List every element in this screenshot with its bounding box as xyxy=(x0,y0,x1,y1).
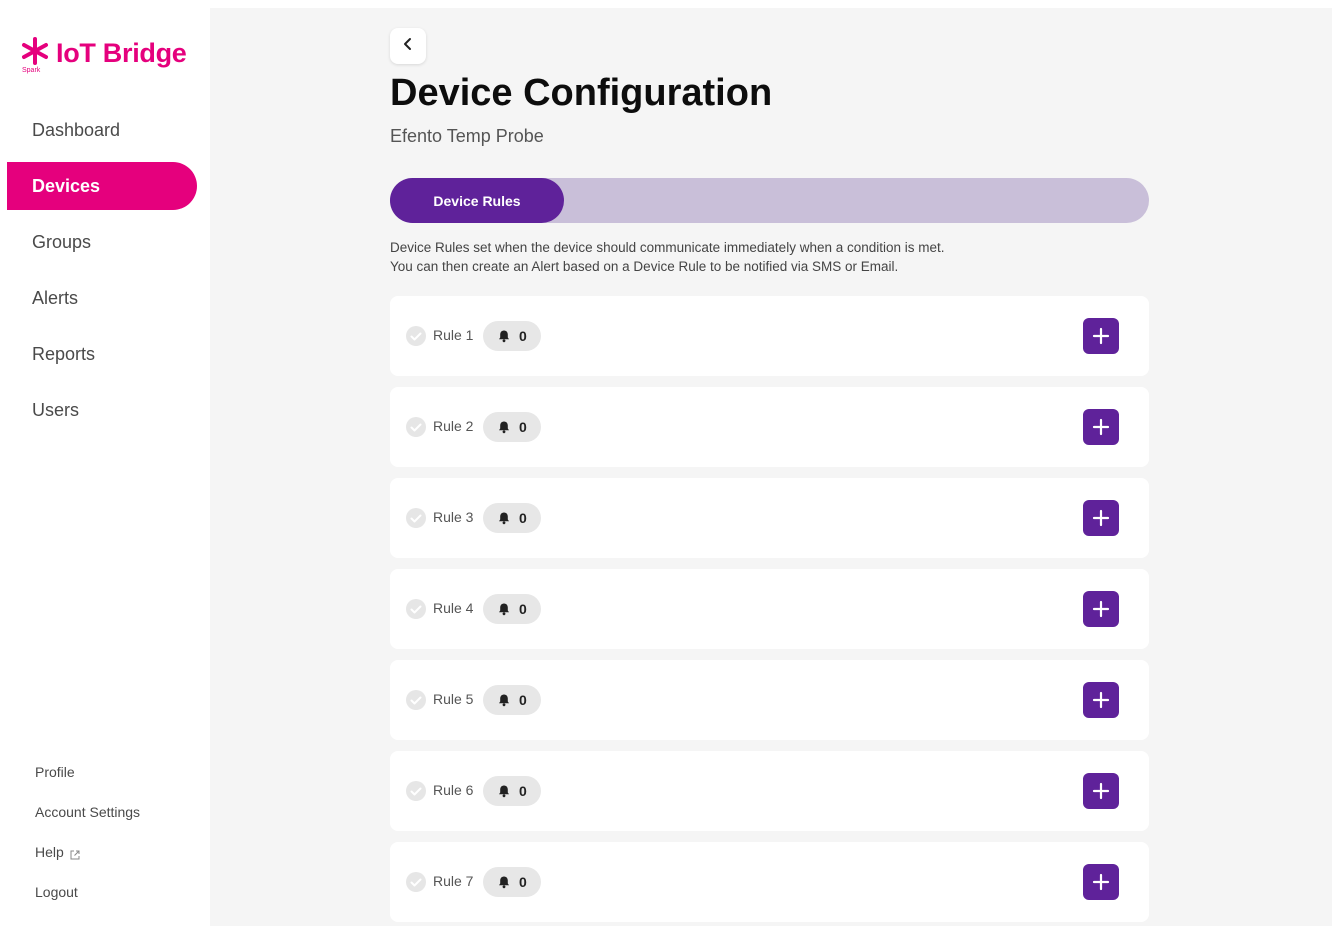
bell-icon xyxy=(499,694,509,707)
sidebar-bottom-nav: Profile Account Settings Help Logout xyxy=(35,752,140,912)
check-circle-icon[interactable] xyxy=(405,598,427,620)
rule-label: Rule 6 xyxy=(433,782,474,798)
add-rule-button[interactable] xyxy=(1083,409,1119,445)
back-button[interactable] xyxy=(390,28,426,64)
alert-count-badge: 0 xyxy=(483,776,541,806)
help-link-label: Help xyxy=(35,844,64,860)
spark-star-icon: Spark xyxy=(20,36,50,76)
add-rule-button[interactable] xyxy=(1083,500,1119,536)
rule-card[interactable]: Rule 5 0 xyxy=(390,660,1149,740)
chevron-left-icon xyxy=(401,37,415,56)
device-rules-description: Device Rules set when the device should … xyxy=(390,238,1150,276)
tab-device-rules[interactable]: Device Rules xyxy=(390,178,564,223)
plus-icon xyxy=(1092,782,1110,800)
bell-icon xyxy=(499,603,509,616)
check-circle-icon[interactable] xyxy=(405,780,427,802)
rule-card[interactable]: Rule 1 0 xyxy=(390,296,1149,376)
description-line-1: Device Rules set when the device should … xyxy=(390,240,945,255)
rule-label: Rule 4 xyxy=(433,600,474,616)
alert-count: 0 xyxy=(519,783,527,799)
alert-count: 0 xyxy=(519,692,527,708)
external-link-icon xyxy=(70,847,80,860)
alert-count-badge: 0 xyxy=(483,321,541,351)
alert-count-badge: 0 xyxy=(483,867,541,897)
profile-link-label: Profile xyxy=(35,764,75,780)
rules-list: Rule 1 0 Rule 2 0 Rule 3 0 Rule 4 0 Rule… xyxy=(390,296,1149,933)
alert-count: 0 xyxy=(519,419,527,435)
plus-icon xyxy=(1092,509,1110,527)
check-circle-icon[interactable] xyxy=(405,325,427,347)
sidebar-item-groups[interactable]: Groups xyxy=(7,218,197,266)
sidebar-item-alerts[interactable]: Alerts xyxy=(7,274,197,322)
sidebar-item-reports[interactable]: Reports xyxy=(7,330,197,378)
sidebar-item-users[interactable]: Users xyxy=(7,386,197,434)
bell-icon xyxy=(499,785,509,798)
check-circle-icon[interactable] xyxy=(405,416,427,438)
plus-icon xyxy=(1092,327,1110,345)
add-rule-button[interactable] xyxy=(1083,864,1119,900)
logout-link[interactable]: Logout xyxy=(35,872,140,912)
help-link[interactable]: Help xyxy=(35,832,140,872)
account-settings-link[interactable]: Account Settings xyxy=(35,792,140,832)
brand-name: IoT Bridge xyxy=(56,38,187,68)
sidebar-item-devices[interactable]: Devices xyxy=(7,162,197,210)
alert-count: 0 xyxy=(519,510,527,526)
alert-count-badge: 0 xyxy=(483,594,541,624)
bell-icon xyxy=(499,330,509,343)
brand-sub-label: Spark xyxy=(22,67,41,74)
bell-icon xyxy=(499,876,509,889)
sidebar: Spark IoT Bridge Dashboard Devices Group… xyxy=(0,0,210,926)
account-settings-link-label: Account Settings xyxy=(35,804,141,820)
add-rule-button[interactable] xyxy=(1083,318,1119,354)
bell-icon xyxy=(499,421,509,434)
rule-label: Rule 1 xyxy=(433,327,474,343)
bell-icon xyxy=(499,512,509,525)
sidebar-nav: Dashboard Devices Groups Alerts Reports … xyxy=(7,106,197,442)
brand-logo[interactable]: Spark IoT Bridge xyxy=(20,36,187,76)
check-circle-icon[interactable] xyxy=(405,871,427,893)
alert-count: 0 xyxy=(519,601,527,617)
description-line-2: You can then create an Alert based on a … xyxy=(390,259,899,274)
main-content: Device Configuration Efento Temp Probe D… xyxy=(210,8,1332,926)
rule-label: Rule 5 xyxy=(433,691,474,707)
check-circle-icon[interactable] xyxy=(405,507,427,529)
alert-count: 0 xyxy=(519,328,527,344)
rule-card[interactable]: Rule 3 0 xyxy=(390,478,1149,558)
plus-icon xyxy=(1092,691,1110,709)
rule-card[interactable]: Rule 6 0 xyxy=(390,751,1149,831)
plus-icon xyxy=(1092,873,1110,891)
plus-icon xyxy=(1092,418,1110,436)
alert-count-badge: 0 xyxy=(483,412,541,442)
rule-label: Rule 7 xyxy=(433,873,474,889)
page-subtitle: Efento Temp Probe xyxy=(390,126,544,146)
alert-count-badge: 0 xyxy=(483,685,541,715)
add-rule-button[interactable] xyxy=(1083,682,1119,718)
tab-bar: Device Rules xyxy=(390,178,1149,223)
profile-link[interactable]: Profile xyxy=(35,752,140,792)
logout-link-label: Logout xyxy=(35,884,78,900)
rule-label: Rule 3 xyxy=(433,509,474,525)
add-rule-button[interactable] xyxy=(1083,773,1119,809)
rule-label: Rule 2 xyxy=(433,418,474,434)
alert-count: 0 xyxy=(519,874,527,890)
rule-card[interactable]: Rule 2 0 xyxy=(390,387,1149,467)
add-rule-button[interactable] xyxy=(1083,591,1119,627)
check-circle-icon[interactable] xyxy=(405,689,427,711)
plus-icon xyxy=(1092,600,1110,618)
alert-count-badge: 0 xyxy=(483,503,541,533)
sidebar-item-dashboard[interactable]: Dashboard xyxy=(7,106,197,154)
rule-card[interactable]: Rule 4 0 xyxy=(390,569,1149,649)
rule-card[interactable]: Rule 7 0 xyxy=(390,842,1149,922)
page-title: Device Configuration xyxy=(390,72,773,114)
